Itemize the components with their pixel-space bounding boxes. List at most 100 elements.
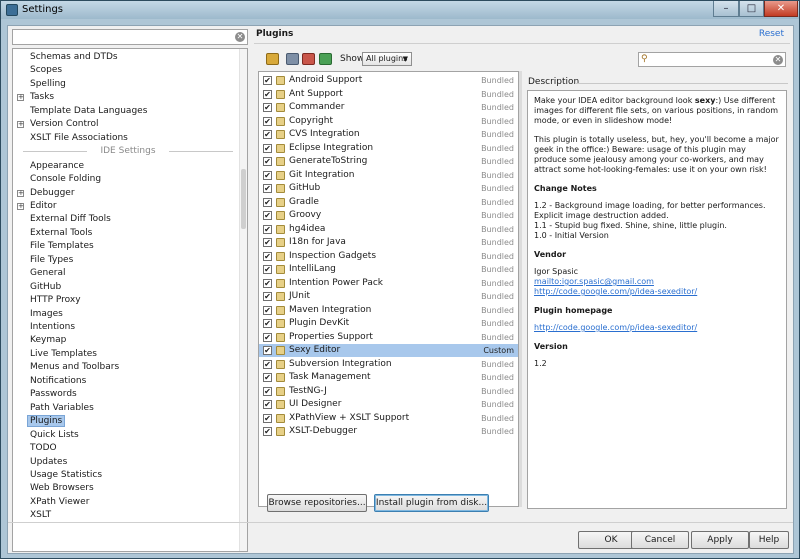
- plugin-enabled-checkbox[interactable]: ✔: [263, 400, 272, 409]
- plugin-enabled-checkbox[interactable]: ✔: [263, 346, 272, 355]
- plugin-row[interactable]: ✔ IntelliLang Bundled: [259, 263, 518, 276]
- tree-item[interactable]: General: [13, 267, 239, 280]
- tree-item[interactable]: Template Data Languages: [13, 105, 239, 118]
- plugin-row[interactable]: ✔ TestNG-J Bundled: [259, 385, 518, 398]
- plugin-enabled-checkbox[interactable]: ✔: [263, 319, 272, 328]
- tree-item[interactable]: Scopes: [13, 64, 239, 77]
- clear-plugin-search-icon[interactable]: ✕: [773, 55, 783, 65]
- install-from-disk-button[interactable]: Install plugin from disk...: [374, 494, 489, 512]
- plugin-row[interactable]: ✔ hg4idea Bundled: [259, 223, 518, 236]
- plugin-row[interactable]: ✔ CVS Integration Bundled: [259, 128, 518, 141]
- plugin-row[interactable]: ✔ Subversion Integration Bundled: [259, 358, 518, 371]
- sort-icon[interactable]: [266, 53, 279, 65]
- plugin-search-input[interactable]: ⚲ ✕: [638, 52, 786, 67]
- title-bar[interactable]: Settings – □ ✕: [1, 1, 799, 19]
- update-icon[interactable]: [286, 53, 299, 65]
- reload-icon[interactable]: [319, 53, 332, 65]
- tree-item[interactable]: Plugins: [13, 415, 239, 428]
- plugin-row[interactable]: ✔ Task Management Bundled: [259, 371, 518, 384]
- tree-item[interactable]: Console Folding: [13, 173, 239, 186]
- plugin-enabled-checkbox[interactable]: ✔: [263, 373, 272, 382]
- plugin-row[interactable]: ✔ JUnit Bundled: [259, 290, 518, 303]
- plugin-row[interactable]: ✔ Eclipse Integration Bundled: [259, 142, 518, 155]
- close-button[interactable]: ✕: [764, 1, 798, 17]
- plugin-enabled-checkbox[interactable]: ✔: [263, 427, 272, 436]
- tree-item[interactable]: Updates: [13, 456, 239, 469]
- settings-search-input[interactable]: ✕: [12, 29, 248, 45]
- tree-item[interactable]: Passwords: [13, 388, 239, 401]
- tree-item[interactable]: Notifications: [13, 375, 239, 388]
- tree-item[interactable]: GitHub: [13, 281, 239, 294]
- tree-item[interactable]: Images: [13, 308, 239, 321]
- plugin-enabled-checkbox[interactable]: ✔: [263, 211, 272, 220]
- plugin-row[interactable]: ✔ Copyright Bundled: [259, 115, 518, 128]
- plugin-row[interactable]: ✔ I18n for Java Bundled: [259, 236, 518, 249]
- apply-button[interactable]: Apply: [691, 531, 749, 549]
- plugin-enabled-checkbox[interactable]: ✔: [263, 238, 272, 247]
- tree-item[interactable]: XPath Viewer: [13, 496, 239, 509]
- plugin-enabled-checkbox[interactable]: ✔: [263, 170, 272, 180]
- tree-item[interactable]: Quick Lists: [13, 429, 239, 442]
- plugin-enabled-checkbox[interactable]: ✔: [263, 265, 272, 274]
- uninstall-icon[interactable]: [302, 53, 315, 65]
- tree-item[interactable]: + Debugger: [13, 187, 239, 200]
- plugin-enabled-checkbox[interactable]: ✔: [263, 197, 272, 207]
- clear-search-icon[interactable]: ✕: [235, 32, 245, 42]
- plugin-row[interactable]: ✔ Inspection Gadgets Bundled: [259, 250, 518, 263]
- plugin-row[interactable]: ✔ Git Integration Bundled: [259, 169, 518, 182]
- help-button[interactable]: Help: [749, 531, 789, 549]
- reset-link[interactable]: Reset: [759, 29, 784, 39]
- tree-item[interactable]: Web Browsers: [13, 482, 239, 495]
- tree-item[interactable]: Keymap: [13, 334, 239, 347]
- tree-item[interactable]: + Version Control: [13, 118, 239, 131]
- plugins-list[interactable]: ✔ Android Support Bundled ✔ Ant Support Bundl…: [258, 71, 519, 507]
- plugin-enabled-checkbox[interactable]: ✔: [263, 143, 272, 153]
- plugin-row[interactable]: ✔ Gradle Bundled: [259, 196, 518, 209]
- minimize-button[interactable]: –: [713, 1, 739, 17]
- plugin-row[interactable]: ✔ Groovy Bundled: [259, 209, 518, 222]
- plugin-enabled-checkbox[interactable]: ✔: [263, 157, 272, 166]
- tree-item[interactable]: Live Templates: [13, 348, 239, 361]
- tree-item[interactable]: Path Variables: [13, 402, 239, 415]
- tree-item[interactable]: Menus and Toolbars: [13, 361, 239, 374]
- tree-item[interactable]: External Tools: [13, 227, 239, 240]
- tree-item[interactable]: + Tasks: [13, 91, 239, 104]
- plugin-enabled-checkbox[interactable]: ✔: [263, 278, 272, 288]
- plugin-enabled-checkbox[interactable]: ✔: [263, 305, 272, 315]
- settings-tree[interactable]: Schemas and DTDs Scopes Spelling + Tasks Temp…: [12, 48, 248, 552]
- plugin-enabled-checkbox[interactable]: ✔: [263, 116, 272, 126]
- plugin-row[interactable]: ✔ GenerateToString Bundled: [259, 155, 518, 168]
- tree-scrollbar[interactable]: [239, 49, 247, 551]
- tree-item[interactable]: HTTP Proxy: [13, 294, 239, 307]
- browse-repositories-button[interactable]: Browse repositories...: [267, 494, 367, 512]
- plugin-enabled-checkbox[interactable]: ✔: [263, 251, 272, 261]
- expand-icon[interactable]: +: [17, 202, 24, 210]
- plugin-row[interactable]: ✔ Android Support Bundled: [259, 74, 518, 87]
- plugin-row[interactable]: ✔ XSLT-Debugger Bundled: [259, 425, 518, 438]
- tree-item[interactable]: File Templates: [13, 240, 239, 253]
- plugin-enabled-checkbox[interactable]: ✔: [263, 130, 272, 139]
- tree-item[interactable]: TODO: [13, 442, 239, 455]
- tree-item[interactable]: XSLT: [13, 509, 239, 522]
- vendor-email-link[interactable]: mailto:igor.spasic@gmail.com: [534, 277, 780, 287]
- plugin-row[interactable]: ✔ Commander Bundled: [259, 101, 518, 114]
- tree-item[interactable]: Appearance: [13, 160, 239, 173]
- plugin-enabled-checkbox[interactable]: ✔: [263, 103, 272, 112]
- plugin-enabled-checkbox[interactable]: ✔: [263, 332, 272, 342]
- list-scrollbar[interactable]: [519, 71, 522, 507]
- plugin-row[interactable]: ✔ XPathView + XSLT Support Bundled: [259, 412, 518, 425]
- plugin-enabled-checkbox[interactable]: ✔: [263, 292, 272, 301]
- expand-icon[interactable]: +: [17, 121, 24, 129]
- tree-item[interactable]: File Types: [13, 254, 239, 267]
- tree-item[interactable]: External Diff Tools: [13, 213, 239, 226]
- plugin-enabled-checkbox[interactable]: ✔: [263, 76, 272, 85]
- plugin-row[interactable]: ✔ Plugin DevKit Bundled: [259, 317, 518, 330]
- plugin-enabled-checkbox[interactable]: ✔: [263, 413, 272, 423]
- plugin-row[interactable]: ✔ Maven Integration Bundled: [259, 304, 518, 317]
- tree-item[interactable]: Schemas and DTDs: [13, 51, 239, 64]
- tree-item[interactable]: XSLT File Associations: [13, 132, 239, 145]
- plugin-enabled-checkbox[interactable]: ✔: [263, 89, 272, 99]
- plugin-enabled-checkbox[interactable]: ✔: [263, 386, 272, 396]
- tree-item[interactable]: Spelling: [13, 78, 239, 91]
- plugin-row[interactable]: ✔ Ant Support Bundled: [259, 88, 518, 101]
